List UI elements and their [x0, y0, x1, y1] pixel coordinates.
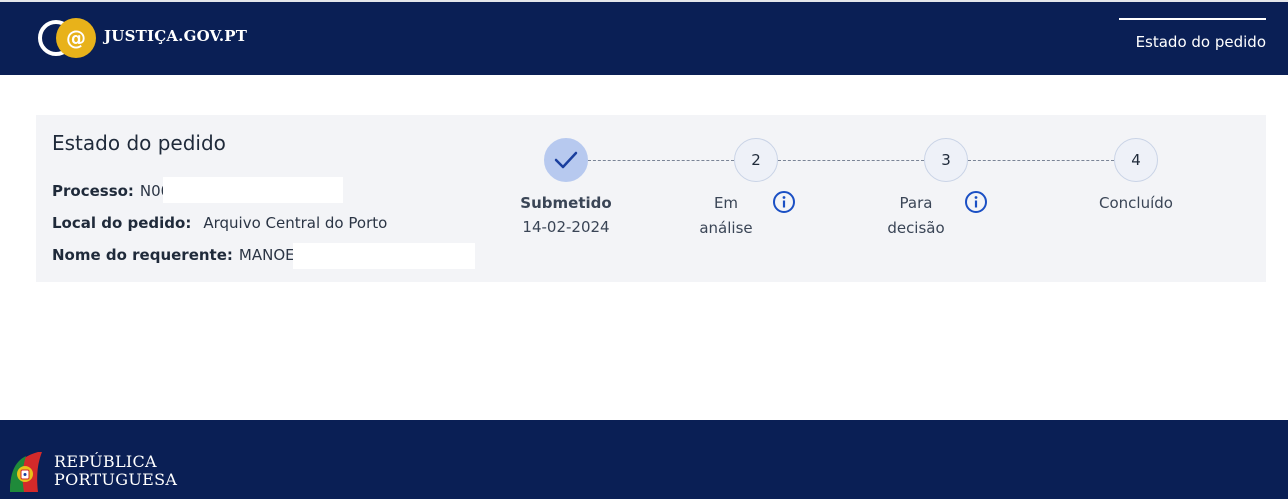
- step-3-label-line1: Para: [899, 194, 933, 212]
- step-1-label: Submetido: [520, 194, 612, 212]
- info-icon[interactable]: [964, 190, 988, 214]
- step-2-circle: 2: [734, 138, 778, 182]
- justica-logo-icon[interactable]: @: [36, 16, 98, 60]
- step-4-label: Concluído: [1099, 194, 1173, 212]
- request-status-card: Estado do pedido Processo: N00 Local do p…: [36, 115, 1266, 282]
- step-1-circle: [544, 138, 588, 182]
- step-connector: [968, 160, 1114, 161]
- site-header: @ JUSTIÇA.GOV.PT Estado do pedido: [0, 0, 1288, 75]
- republica-portuguesa-emblem-icon[interactable]: [8, 448, 44, 494]
- step-2-label-line2: análise: [699, 219, 753, 237]
- rp-line2: PORTUGUESA: [54, 470, 178, 489]
- info-icon[interactable]: [772, 190, 796, 214]
- step-3-circle: 3: [924, 138, 968, 182]
- site-footer: REPÚBLICA PORTUGUESA: [0, 420, 1288, 499]
- step-4-circle: 4: [1114, 138, 1158, 182]
- check-icon: [554, 151, 578, 169]
- rp-line1: REPÚBLICA: [54, 452, 157, 471]
- site-name[interactable]: JUSTIÇA.GOV.PT: [104, 27, 247, 45]
- step-connector: [588, 160, 734, 161]
- step-2-label-line1: Em: [713, 194, 739, 212]
- nav-estado-do-pedido[interactable]: Estado do pedido: [1119, 18, 1266, 58]
- step-1-date: 14-02-2024: [522, 218, 610, 236]
- svg-text:@: @: [66, 26, 86, 50]
- progress-stepper: Submetido 14-02-2024 2 Em análise 3 Para…: [36, 115, 1266, 282]
- step-connector: [778, 160, 924, 161]
- republica-portuguesa-text[interactable]: REPÚBLICA PORTUGUESA: [54, 453, 177, 489]
- step-3-label-line2: decisão: [887, 219, 945, 237]
